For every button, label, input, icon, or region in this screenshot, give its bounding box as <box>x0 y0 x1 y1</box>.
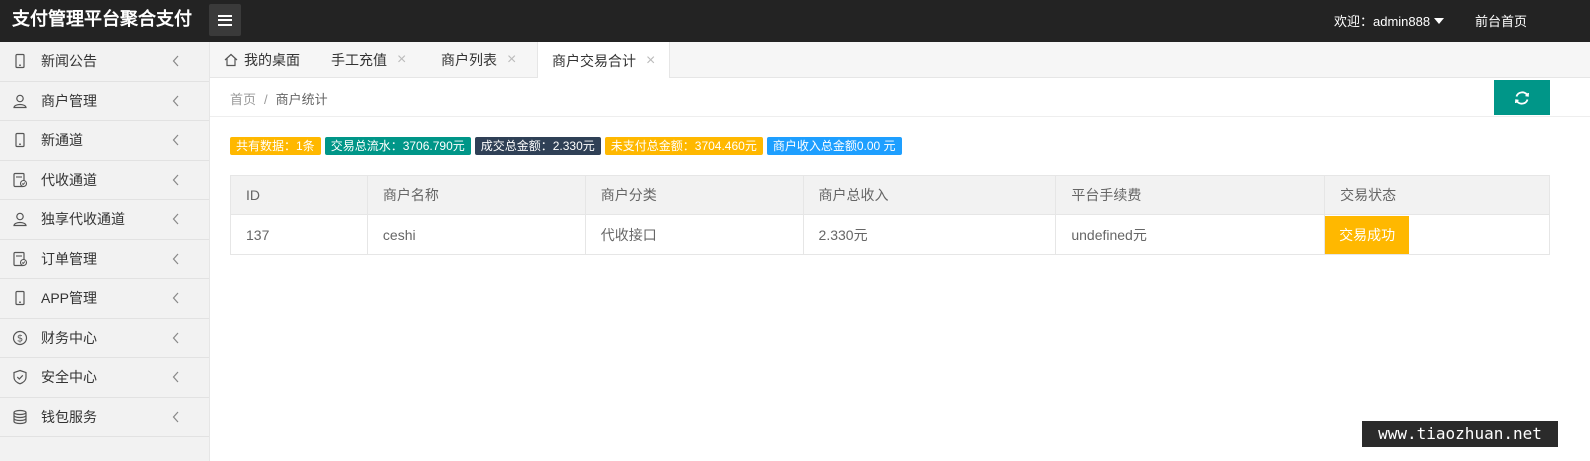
sidebar-item[interactable]: 代收通道 <box>0 161 209 200</box>
phone-icon <box>12 53 28 69</box>
sidebar-item-label: 新通道 <box>41 132 83 149</box>
breadcrumb: 首页 / 商户统计 <box>230 89 328 108</box>
chevron-left-icon <box>172 55 179 67</box>
chevron-left-icon <box>172 174 179 185</box>
column-header: 商户总收入 <box>802 175 1057 215</box>
app-title[interactable]: 支付管理平台聚合支付 <box>12 8 192 30</box>
chevron-left-icon <box>172 134 179 146</box>
badge-unpaid-amount: 未支付总金额：3704.460元 <box>604 137 763 155</box>
merchant-stats-table: ID 商户名称 商户分类 商户总收入 平台手续费 交易状态 137 ceshi … <box>230 175 1550 255</box>
user-menu[interactable]: 欢迎：admin888 <box>1334 11 1445 30</box>
sidebar-item[interactable]: 商户管理 <box>0 82 209 121</box>
sidebar-item[interactable]: 新闻公告 <box>0 42 209 82</box>
cell-status: 交易成功 <box>1324 214 1550 255</box>
chevron-left-icon <box>172 371 179 383</box>
cell-income: 2.330元 <box>802 214 1057 255</box>
hamburger-icon <box>218 14 232 26</box>
sidebar-item[interactable]: 钱包服务 <box>0 398 209 437</box>
sidebar-item[interactable]: 独享代收通道 <box>0 200 209 240</box>
user-icon <box>12 211 28 227</box>
breadcrumb-current: 商户统计 <box>275 92 328 107</box>
sidebar-item-label: 代收通道 <box>41 171 97 188</box>
sidebar-item-label: 新闻公告 <box>41 53 97 70</box>
sidebar-item-label: 财务中心 <box>41 329 97 346</box>
sidebar-item[interactable]: 安全中心 <box>0 358 209 398</box>
tab-merchant-trade-total[interactable]: 商户交易合计 × <box>537 42 671 79</box>
user-welcome-label: 欢迎：admin888 <box>1334 14 1431 29</box>
summary-badges: 共有数据：1条 交易总流水：3706.790元 成交总金额：2.330元 未支付… <box>230 137 902 155</box>
watermark: www.tiaozhuan.net <box>1362 421 1558 447</box>
tab-label: 商户交易合计 <box>552 52 636 69</box>
form-icon <box>12 251 28 267</box>
close-icon[interactable]: × <box>397 51 406 69</box>
sidebar-item-label: 商户管理 <box>41 92 97 109</box>
chevron-left-icon <box>172 253 179 264</box>
chevron-left-icon <box>172 411 179 422</box>
cell-category: 代收接口 <box>584 214 804 255</box>
close-icon[interactable]: × <box>507 51 516 69</box>
sidebar-item[interactable]: 订单管理 <box>0 240 209 279</box>
dollar-icon: $ <box>12 330 28 346</box>
tab-merchant-list[interactable]: 商户列表 × <box>441 42 516 78</box>
sidebar-item-label: 订单管理 <box>41 250 97 267</box>
tab-desktop[interactable]: 我的桌面 <box>224 42 300 78</box>
sidebar-item[interactable]: $ 财务中心 <box>0 319 209 358</box>
chevron-left-icon <box>172 95 179 106</box>
badge-merchant-income: 商户收入总金额0.00 元 <box>766 137 902 155</box>
refresh-icon <box>1515 90 1529 105</box>
chevron-left-icon <box>172 332 179 343</box>
sidebar-item[interactable]: 新通道 <box>0 121 209 161</box>
column-header: 交易状态 <box>1324 175 1550 215</box>
phone-icon <box>12 290 28 306</box>
sidebar-item-label: 安全中心 <box>41 369 97 386</box>
tab-manual-recharge[interactable]: 手工充值 × <box>331 42 406 78</box>
refresh-button[interactable] <box>1494 80 1550 115</box>
badge-total-count: 共有数据：1条 <box>230 137 321 155</box>
tab-label: 我的桌面 <box>244 52 300 68</box>
form-icon <box>12 172 28 188</box>
svg-text:$: $ <box>17 333 23 344</box>
sidebar-item[interactable]: APP管理 <box>0 279 209 319</box>
caret-down-icon <box>1434 18 1445 24</box>
table-row: 137 ceshi 代收接口 2.330元 undefined元 交易成功 <box>230 214 1550 255</box>
breadcrumb-bar: 首页 / 商户统计 <box>210 78 1590 117</box>
menu-toggle-button[interactable] <box>209 4 241 36</box>
sidebar: 新闻公告商户管理新通道代收通道独享代收通道 订单管理 APP管理 $ 财务中心安全中心钱… <box>0 42 210 461</box>
top-header: 支付管理平台聚合支付 欢迎：admin888 前台首页 <box>0 0 1590 42</box>
home-icon <box>224 53 238 67</box>
shield-icon <box>12 369 28 385</box>
column-header: 平台手续费 <box>1055 175 1326 215</box>
cell-fee: undefined元 <box>1055 214 1326 255</box>
column-header: 商户名称 <box>366 175 586 215</box>
tab-label: 商户列表 <box>441 52 497 68</box>
sidebar-item-label: 钱包服务 <box>41 408 97 425</box>
chevron-left-icon <box>172 213 179 225</box>
sidebar-item-label: 独享代收通道 <box>41 211 125 228</box>
column-header: ID <box>230 175 368 215</box>
front-home-link[interactable]: 前台首页 <box>1475 11 1527 30</box>
table-header-row: ID 商户名称 商户分类 商户总收入 平台手续费 交易状态 <box>230 175 1550 215</box>
user-icon <box>12 93 28 109</box>
tab-label: 手工充值 <box>331 52 387 68</box>
breadcrumb-home[interactable]: 首页 <box>230 92 256 107</box>
cell-merchant-name: ceshi <box>366 214 586 255</box>
breadcrumb-separator: / <box>264 92 268 107</box>
status-success-button[interactable]: 交易成功 <box>1325 215 1410 254</box>
database-icon <box>12 409 28 425</box>
tab-bar: 我的桌面 手工充值 × 商户列表 × 商户交易合计 × <box>210 42 1590 79</box>
sidebar-item-label: APP管理 <box>41 290 98 307</box>
column-header: 商户分类 <box>584 175 804 215</box>
badge-deal-amount: 成交总金额：2.330元 <box>474 137 601 155</box>
chevron-left-icon <box>172 292 179 304</box>
badge-trade-flow: 交易总流水：3706.790元 <box>324 137 471 155</box>
cell-id: 137 <box>230 214 368 255</box>
phone-icon <box>12 132 28 148</box>
close-icon[interactable]: × <box>646 52 655 70</box>
